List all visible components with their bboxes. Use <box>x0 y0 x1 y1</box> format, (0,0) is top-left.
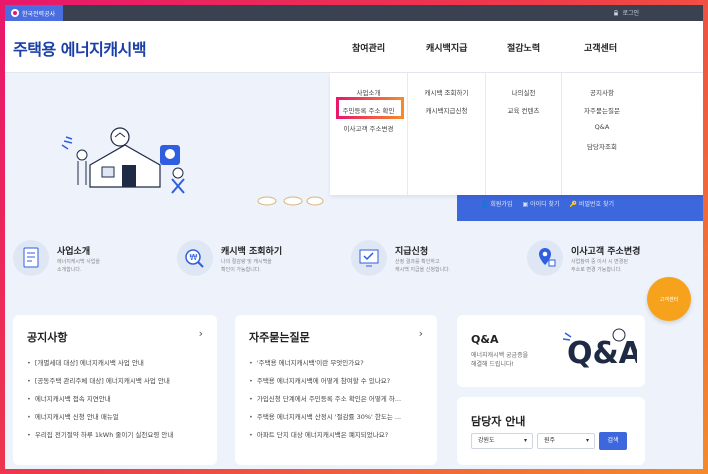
menu-notice[interactable]: 공지사항 <box>562 87 642 97</box>
faq-more-chevron-icon[interactable]: › <box>419 327 423 340</box>
faq-title: 자주묻는질문 <box>249 331 310 344</box>
faq-card: 자주묻는질문 › '주택용 에너지캐시백'이란 무엇인가요? 주택용 에너지캐시… <box>235 315 437 465</box>
nav-saving-effort[interactable]: 절감노력 <box>507 41 540 54</box>
menu-business-intro[interactable]: 사업소개 <box>330 87 407 97</box>
find-id-label: 아이디 찾기 <box>530 201 560 208</box>
quick-title: 지급신청 <box>395 247 429 257</box>
quick-desc: 산정 결과를 확인하고 캐시백 지급을 신청합니다. <box>395 259 451 273</box>
menu-cashback-inquiry[interactable]: 캐시백 조회하기 <box>408 87 485 97</box>
nav-cashback-payment[interactable]: 캐시백지급 <box>426 41 467 54</box>
menu-faq[interactable]: 자주묻는질문 <box>562 105 642 115</box>
list-item[interactable]: 우리집 전기절약 하루 1kWh 줄이기 실천요령 안내 <box>27 431 173 449</box>
signup-label: 회원가입 <box>490 201 513 208</box>
manager-title: 담당자 안내 <box>471 415 526 428</box>
page-frame: 한국전력공사 로그인 주택용 에너지캐시백 참여관리 캐시백지급 절감노력 고객… <box>5 5 703 469</box>
site-header: 주택용 에너지캐시백 참여관리 캐시백지급 절감노력 고객센터 <box>5 21 703 73</box>
find-id-link[interactable]: ▣ 아이디 찾기 <box>522 199 559 208</box>
signup-link[interactable]: 👤 회원가입 <box>481 199 512 208</box>
mega-col-customer: 공지사항 자주묻는질문 Q&A 담당자조회 <box>562 73 642 195</box>
member-links-bar: 👤 회원가입 ▣ 아이디 찾기 🔑 비밀번호 찾기 <box>457 193 703 221</box>
notice-card: 공지사항 › [개별세대 대상] 에너지캐시백 사업 안내 [공동주택 관리주체… <box>13 315 217 465</box>
city-value: 원주 <box>544 437 556 444</box>
notice-title: 공지사항 <box>27 331 68 344</box>
manager-card: 담당자 안내 강원도 ▾ 원주 ▾ 검색 <box>457 397 645 465</box>
list-item[interactable]: 주택용 에너지캐시백 산정시 '절감률 30%' 한도는 ... <box>249 413 401 431</box>
quick-title: 이사고객 주소변경 <box>571 247 641 257</box>
quick-desc: 에너지캐시백 사업을 소개합니다. <box>57 259 100 273</box>
menu-cashback-apply[interactable]: 캐시백지급신청 <box>408 105 485 115</box>
customer-center-fab[interactable]: 고객센터 <box>647 277 691 321</box>
mega-menu: 사업소개 주민등록 주소 확인 이사고객 주소변경 캐시백 조회하기 캐시백지급… <box>330 73 703 195</box>
search-button[interactable]: 검색 <box>599 432 627 450</box>
org-name: 한국전력공사 <box>22 10 56 18</box>
lock-icon <box>614 9 619 15</box>
notice-more-chevron-icon[interactable]: › <box>199 327 203 340</box>
utility-bar: 한국전력공사 로그인 <box>5 5 703 21</box>
nav-participation[interactable]: 참여관리 <box>352 41 385 54</box>
quick-title: 사업소개 <box>57 247 91 257</box>
find-password-link[interactable]: 🔑 비밀번호 찾기 <box>570 199 614 208</box>
menu-my-practice[interactable]: 나의실천 <box>486 87 561 97</box>
quick-desc: 사업참여 중 이사 시 변경된 주소로 변경 가능합니다. <box>571 259 628 273</box>
hero-illustration <box>61 127 185 194</box>
nav-customer-center[interactable]: 고객센터 <box>584 41 617 54</box>
document-icon <box>13 240 49 276</box>
list-item[interactable]: 에너지캐시백 접속 지연안내 <box>27 395 173 413</box>
quick-title: 캐시백 조회하기 <box>221 247 283 257</box>
menu-qna[interactable]: Q&A <box>562 123 642 131</box>
mega-col-participation: 사업소개 주민등록 주소 확인 이사고객 주소변경 <box>330 73 408 195</box>
chevron-down-icon: ▾ <box>585 437 589 444</box>
region-select[interactable]: 강원도 ▾ <box>471 433 533 449</box>
map-pin-icon <box>527 240 563 276</box>
city-select[interactable]: 원주 ▾ <box>537 433 595 449</box>
quick-desc: 나의 절감량 및 캐시백을 확인이 가능합니다. <box>221 259 272 273</box>
org-logo-link[interactable]: 한국전력공사 <box>5 5 63 21</box>
qna-card[interactable]: Q&A 에너지캐시백 궁금증을 해결해 드립니다! Q&A <box>457 315 645 387</box>
list-item[interactable]: 주택용 에너지캐시백에 어떻게 참여할 수 있나요? <box>249 377 401 395</box>
list-item[interactable]: [개별세대 대상] 에너지캐시백 사업 안내 <box>27 359 173 377</box>
list-item[interactable]: '주택용 에너지캐시백'이란 무엇인가요? <box>249 359 401 377</box>
won-search-icon: ₩ <box>177 240 213 276</box>
notice-list: [개별세대 대상] 에너지캐시백 사업 안내 [공동주택 관리주체 대상] 에너… <box>27 359 173 449</box>
qna-desc: 에너지캐시백 궁금증을 해결해 드립니다! <box>471 352 529 368</box>
mega-col-saving: 나의실천 교육 컨텐츠 <box>486 73 562 195</box>
list-item[interactable]: 에너지캐시백 신청 안내 매뉴얼 <box>27 413 173 431</box>
list-item[interactable]: 가입신청 단계에서 주민등록 주소 확인은 어떻게 하... <box>249 395 401 413</box>
svg-text:Q&A: Q&A <box>567 336 637 371</box>
region-value: 강원도 <box>478 437 495 444</box>
hero-feet-illustration <box>257 196 324 206</box>
list-item[interactable]: [공동주택 관리주체 대상] 에너지캐시백 사업 안내 <box>27 377 173 395</box>
chevron-down-icon: ▾ <box>523 437 527 444</box>
kepco-logo-icon <box>11 9 19 17</box>
svg-text:₩: ₩ <box>190 253 198 262</box>
list-item[interactable]: 아파트 단지 대상 에너지캐시백은 폐지되었나요? <box>249 431 401 449</box>
site-logo[interactable]: 주택용 에너지캐시백 <box>13 36 147 60</box>
menu-manager-lookup[interactable]: 담당자조회 <box>562 141 642 151</box>
qna-title: Q&A <box>471 333 499 346</box>
mega-col-cashback: 캐시백 조회하기 캐시백지급신청 <box>408 73 486 195</box>
qna-illustration-icon: Q&A <box>562 328 637 371</box>
find-password-label: 비밀번호 찾기 <box>578 201 614 208</box>
faq-list: '주택용 에너지캐시백'이란 무엇인가요? 주택용 에너지캐시백에 어떻게 참여… <box>249 359 401 449</box>
menu-resident-address-check[interactable]: 주민등록 주소 확인 <box>330 105 407 115</box>
menu-moving-address-change[interactable]: 이사고객 주소변경 <box>330 123 407 133</box>
login-label: 로그인 <box>622 10 639 17</box>
monitor-check-icon <box>351 240 387 276</box>
login-link[interactable]: 로그인 <box>613 8 639 17</box>
menu-education-content[interactable]: 교육 컨텐츠 <box>486 105 561 115</box>
